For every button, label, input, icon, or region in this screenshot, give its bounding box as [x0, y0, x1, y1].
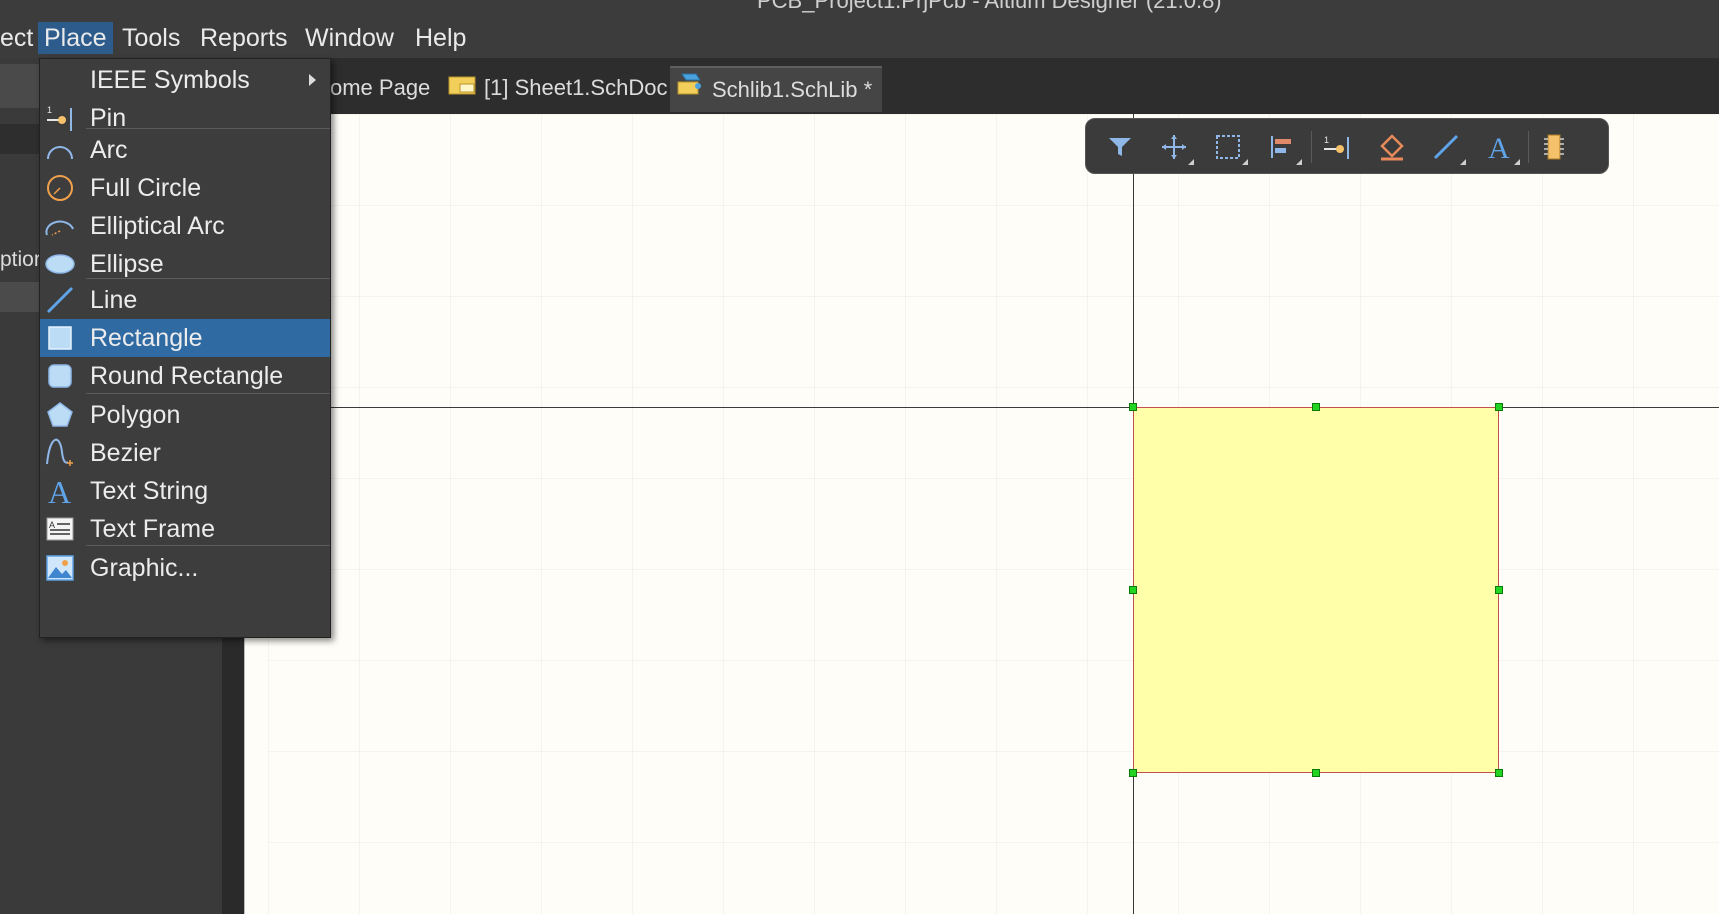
- text-frame-icon: A: [44, 514, 76, 544]
- menu-item-text-frame[interactable]: A Text Frame: [40, 510, 330, 548]
- fill-icon[interactable]: [1374, 129, 1410, 165]
- menu-item-label: Elliptical Arc: [90, 212, 225, 240]
- svg-text:A: A: [48, 475, 71, 507]
- menu-project[interactable]: ect: [0, 22, 33, 54]
- polygon-icon: [44, 400, 76, 430]
- active-bar-toolbar: 1 A: [1085, 118, 1609, 174]
- panel-options-label: ptior: [0, 248, 41, 271]
- svg-text:A: A: [49, 520, 55, 530]
- round-rectangle-icon: [44, 361, 76, 391]
- line-icon[interactable]: [1428, 129, 1466, 165]
- toolbar-separator: [1528, 131, 1529, 163]
- menu-item-label: Arc: [90, 136, 128, 164]
- tab-home-page[interactable]: ome Page: [330, 66, 430, 110]
- resize-handle-top-left[interactable]: [1129, 403, 1137, 411]
- rectangle-icon: [44, 323, 76, 353]
- menu-item-label: IEEE Symbols: [90, 66, 250, 94]
- full-circle-icon: [44, 173, 76, 203]
- menu-item-full-circle[interactable]: Full Circle: [40, 169, 330, 207]
- menu-item-graphic[interactable]: Graphic...: [40, 549, 330, 587]
- menu-item-label: Graphic...: [90, 554, 199, 582]
- menu-separator: [86, 393, 330, 394]
- bezier-icon: [44, 438, 76, 468]
- resize-handle-bottom-left[interactable]: [1129, 769, 1137, 777]
- align-icon[interactable]: [1264, 129, 1302, 165]
- resize-handle-bottom-right[interactable]: [1495, 769, 1503, 777]
- title-bar: PCB_Project1.PrjPcb - Altium Designer (2…: [0, 0, 1719, 14]
- menu-separator: [86, 278, 330, 279]
- menu-item-line[interactable]: Line: [40, 281, 330, 319]
- component-icon[interactable]: [1536, 129, 1572, 165]
- pin-icon: 1: [44, 103, 76, 133]
- resize-handle-left[interactable]: [1129, 586, 1137, 594]
- menu-item-label: Text String: [90, 477, 209, 505]
- menu-item-arc[interactable]: Arc: [40, 131, 330, 169]
- origin-axis-horizontal: [330, 407, 1719, 408]
- menu-item-label: Line: [90, 286, 138, 314]
- menu-item-label: Rectangle: [90, 324, 203, 352]
- menu-item-ieee-symbols[interactable]: IEEE Symbols: [40, 61, 330, 99]
- resize-handle-top[interactable]: [1312, 403, 1320, 411]
- menu-item-label: Round Rectangle: [90, 362, 284, 390]
- tab-sheet1-schdoc[interactable]: [1] Sheet1.SchDoc: [448, 66, 667, 110]
- menu-reports[interactable]: Reports: [200, 22, 288, 54]
- menu-item-text-string[interactable]: A Text String: [40, 472, 330, 510]
- move-icon[interactable]: [1156, 129, 1194, 165]
- resize-handle-right[interactable]: [1495, 586, 1503, 594]
- filter-icon[interactable]: [1102, 129, 1138, 165]
- arc-icon: [44, 135, 76, 165]
- resize-handle-bottom[interactable]: [1312, 769, 1320, 777]
- menu-help[interactable]: Help: [415, 22, 466, 54]
- menu-item-bezier[interactable]: Bezier: [40, 434, 330, 472]
- placed-rectangle[interactable]: [1133, 407, 1499, 773]
- tab-sheet1-label: [1] Sheet1.SchDoc: [484, 75, 668, 100]
- schlib-icon: [676, 69, 704, 113]
- menu-item-rectangle[interactable]: Rectangle: [40, 319, 330, 357]
- text-string-icon: A: [44, 475, 76, 507]
- panel-tab-button[interactable]: [0, 64, 40, 108]
- menu-item-label: Polygon: [90, 401, 181, 429]
- resize-handle-top-right[interactable]: [1495, 403, 1503, 411]
- place-menu-dropdown: IEEE Symbols 1 Pin Arc Full Circle Ellip…: [39, 58, 331, 638]
- toolbar-separator: [1311, 131, 1312, 163]
- menu-place[interactable]: Place: [38, 22, 113, 54]
- tab-home-page-label: ome Page: [330, 75, 431, 100]
- menu-item-label: Text Frame: [90, 515, 216, 543]
- tab-schlib1-label: Schlib1.SchLib *: [712, 77, 873, 102]
- svg-text:1: 1: [1324, 135, 1329, 145]
- menu-item-label: Bezier: [90, 439, 161, 467]
- schematic-canvas[interactable]: [268, 114, 1719, 914]
- schematic-doc-icon: [448, 67, 476, 111]
- menu-separator: [86, 128, 330, 129]
- window-title: PCB_Project1.PrjPcb - Altium Designer (2…: [757, 0, 1222, 13]
- tab-schlib1-schlib[interactable]: Schlib1.SchLib *: [670, 66, 883, 113]
- graphic-icon: [44, 553, 76, 583]
- svg-text:1: 1: [47, 105, 52, 115]
- document-tab-bar: ome Page [1] Sheet1.SchDoc Schlib1.SchLi…: [244, 58, 1719, 114]
- line-icon: [44, 285, 76, 315]
- menu-tools[interactable]: Tools: [122, 22, 180, 54]
- text-icon[interactable]: A: [1482, 129, 1520, 165]
- menu-item-round-rectangle[interactable]: Round Rectangle: [40, 357, 330, 395]
- menu-item-elliptical-arc[interactable]: Elliptical Arc: [40, 207, 330, 245]
- menu-item-polygon[interactable]: Polygon: [40, 396, 330, 434]
- elliptical-arc-icon: [44, 211, 76, 241]
- pin-icon[interactable]: 1: [1320, 129, 1356, 165]
- svg-text:A: A: [1488, 132, 1510, 162]
- ellipse-icon: [44, 249, 76, 279]
- select-icon[interactable]: [1210, 129, 1248, 165]
- menu-item-label: Full Circle: [90, 174, 202, 202]
- submenu-arrow-icon: [309, 74, 316, 86]
- menu-separator: [86, 545, 330, 546]
- menu-window[interactable]: Window: [305, 22, 394, 54]
- menu-bar: ect Place Tools Reports Window Help: [0, 14, 1719, 58]
